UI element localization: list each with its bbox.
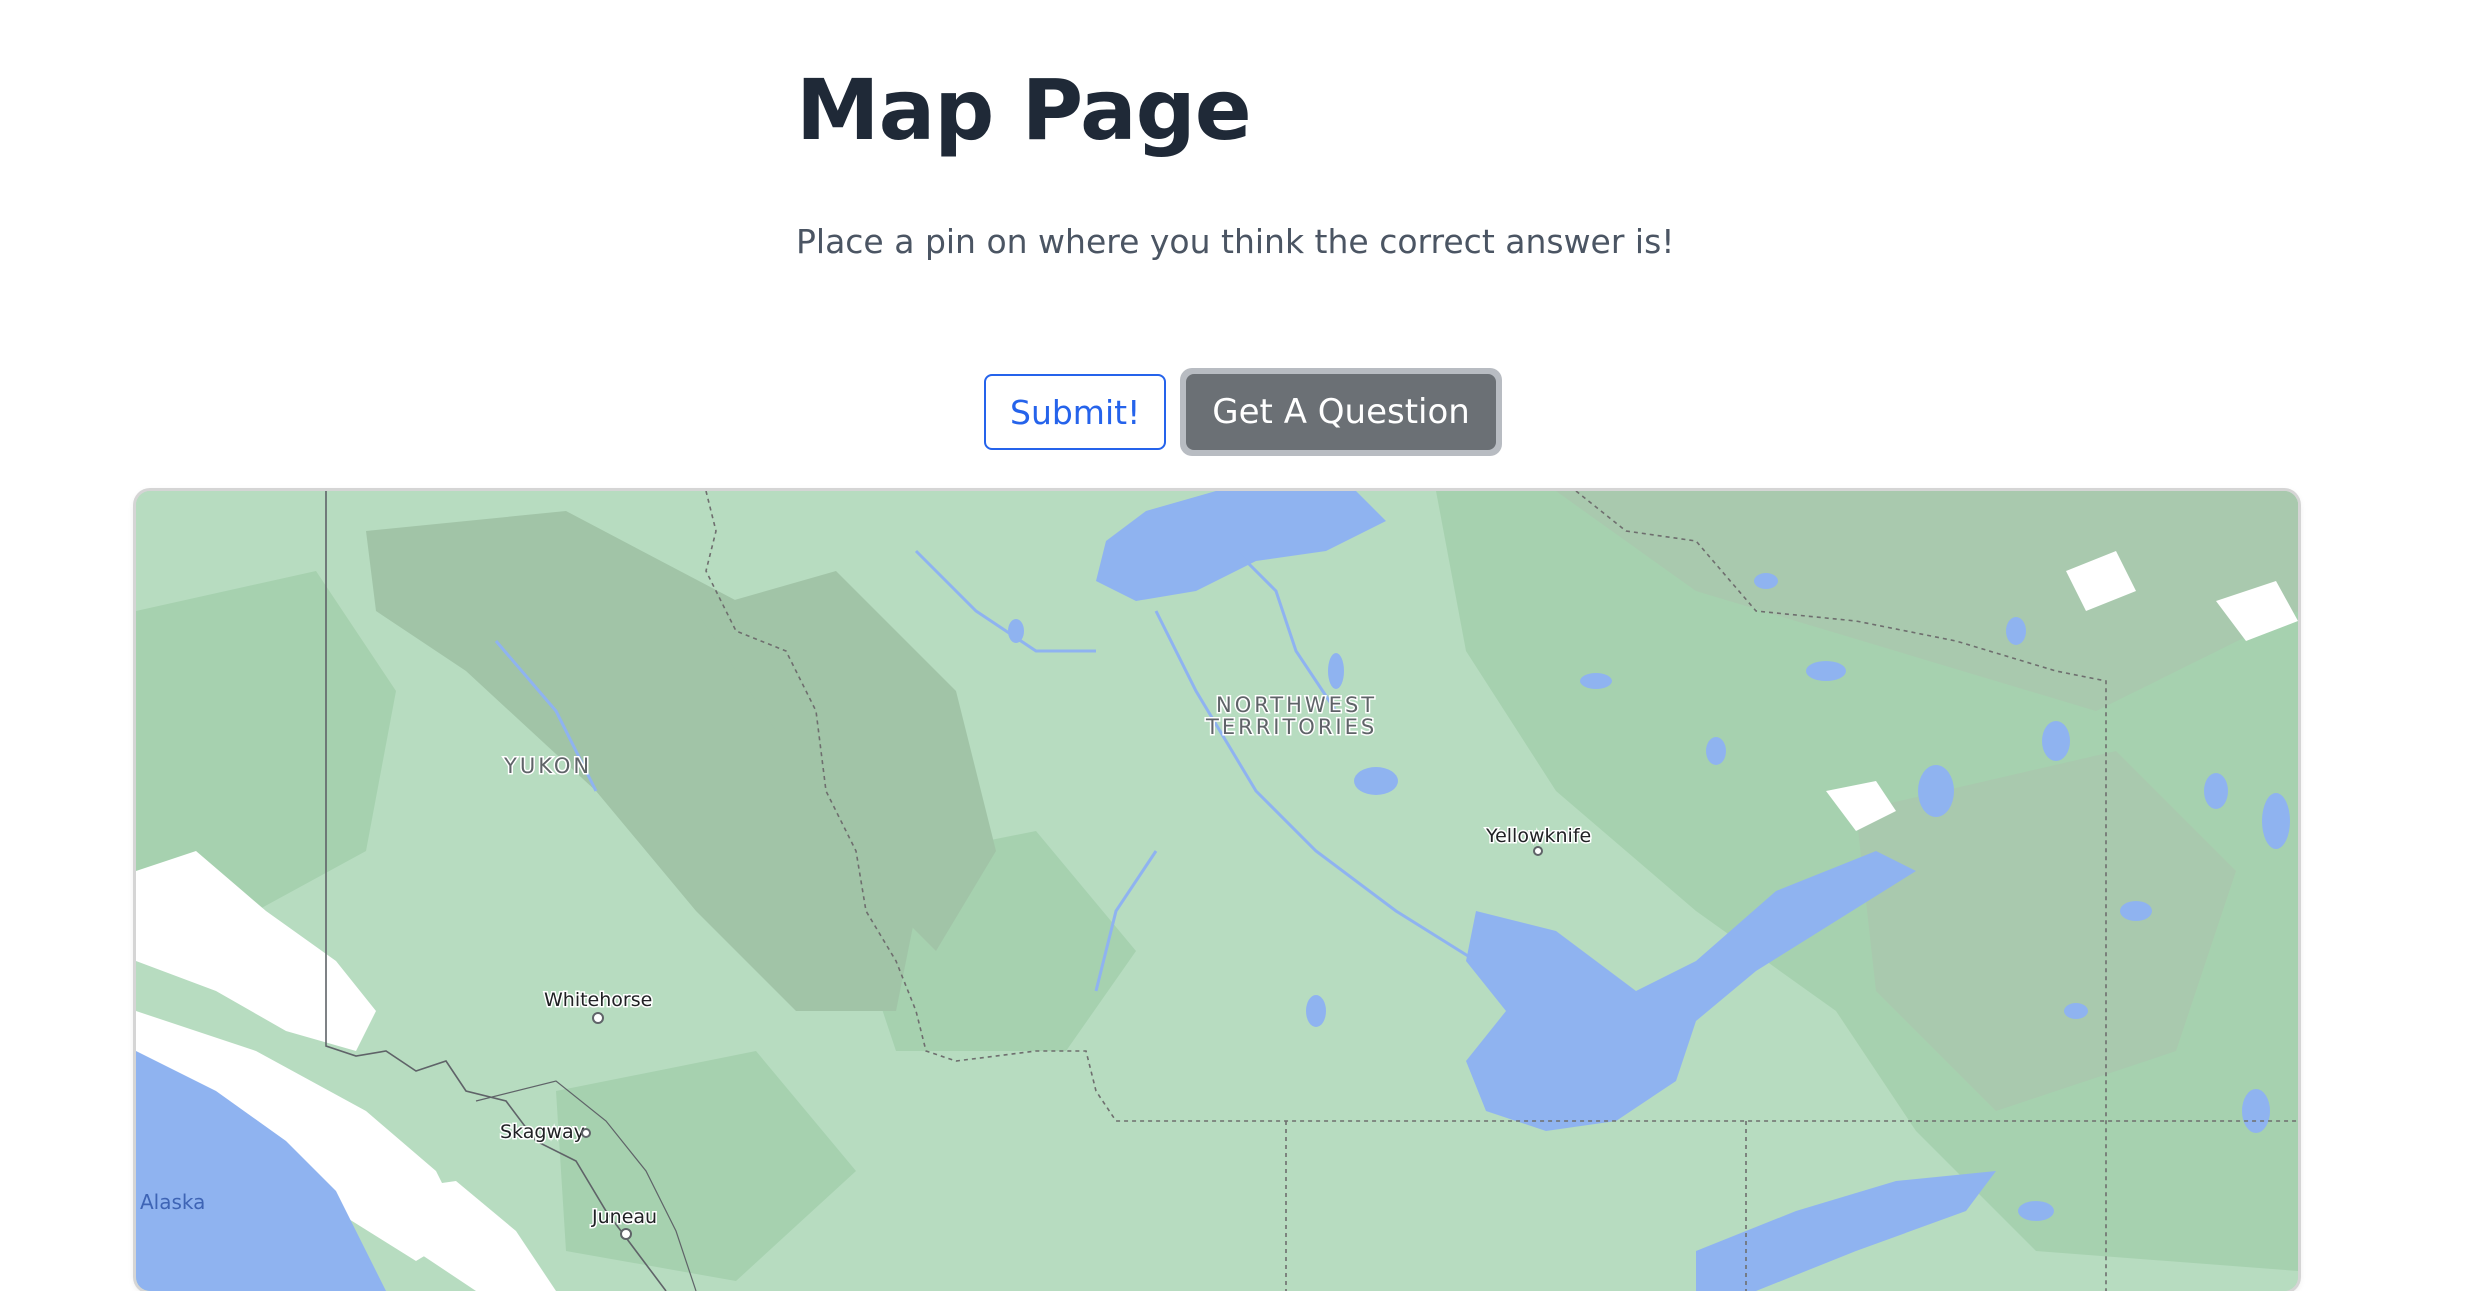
page-instructions: Place a pin on where you think the corre… <box>796 222 1675 261</box>
city-label-yellowknife: Yellowknife <box>1485 825 1591 847</box>
water-label-alaska: Alaska <box>140 1190 205 1214</box>
city-marker-skagway <box>581 1128 591 1138</box>
city-marker-yellowknife <box>1533 846 1543 856</box>
page-title: Map Page <box>796 61 1252 159</box>
region-label-nwt-line2: TERRITORIES <box>1205 715 1377 739</box>
region-label-yukon: YUKON <box>503 754 592 778</box>
city-marker-whitehorse <box>592 1012 604 1024</box>
action-buttons: Submit! Get A Question <box>984 368 1502 456</box>
region-label-nwt-line1: NORTHWEST <box>1216 693 1377 717</box>
page-header: Map Page Place a pin on where you think … <box>796 60 1996 261</box>
get-question-button-focus-ring: Get A Question <box>1180 368 1502 456</box>
get-question-button[interactable]: Get A Question <box>1186 374 1496 450</box>
submit-button[interactable]: Submit! <box>984 374 1167 450</box>
map-container[interactable]: NORTHWEST TERRITORIES YUKON Yellowknife … <box>136 491 2298 1291</box>
city-label-skagway: Skagway <box>500 1121 585 1143</box>
city-label-whitehorse: Whitehorse <box>544 989 652 1011</box>
city-label-juneau: Juneau <box>591 1206 657 1228</box>
city-marker-juneau <box>620 1228 632 1240</box>
map-canvas[interactable]: NORTHWEST TERRITORIES YUKON Yellowknife … <box>136 491 2298 1291</box>
